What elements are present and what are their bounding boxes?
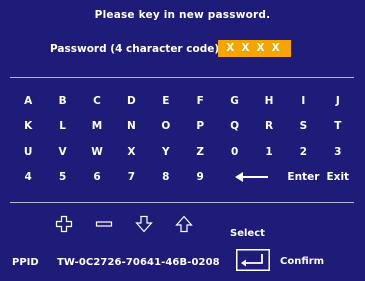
- key-p[interactable]: P: [183, 114, 217, 140]
- key-d[interactable]: D: [114, 88, 148, 114]
- key-s[interactable]: S: [286, 114, 320, 140]
- key-m[interactable]: M: [80, 114, 114, 140]
- password-label: Password (4 character code):: [50, 43, 224, 55]
- ppid-value: TW-0C2726-70641-46B-0208: [57, 257, 220, 268]
- key-w[interactable]: W: [80, 139, 114, 165]
- key-q[interactable]: Q: [217, 114, 251, 140]
- key-r[interactable]: R: [252, 114, 286, 140]
- key-5[interactable]: 5: [45, 165, 79, 191]
- key-8[interactable]: 8: [149, 165, 183, 191]
- key-b[interactable]: B: [45, 88, 79, 114]
- key-y[interactable]: Y: [149, 139, 183, 165]
- key-6[interactable]: 6: [80, 165, 114, 191]
- left-arrow-icon: [234, 172, 268, 183]
- ppid-label: PPID: [12, 257, 39, 268]
- key-z[interactable]: Z: [183, 139, 217, 165]
- key-1[interactable]: 1: [252, 139, 286, 165]
- key-g[interactable]: G: [217, 88, 251, 114]
- password-field[interactable]: XXXX: [218, 40, 291, 57]
- confirm-label: Confirm: [280, 256, 325, 267]
- plus-icon: [55, 215, 73, 233]
- key-j[interactable]: J: [321, 88, 355, 114]
- key-e[interactable]: E: [149, 88, 183, 114]
- key-n[interactable]: N: [114, 114, 148, 140]
- enter-key-icon[interactable]: [236, 249, 270, 271]
- key-9[interactable]: 9: [183, 165, 217, 191]
- exit-key[interactable]: Exit: [321, 165, 355, 191]
- key-l[interactable]: L: [45, 114, 79, 140]
- key-a[interactable]: A: [11, 88, 45, 114]
- key-f[interactable]: F: [183, 88, 217, 114]
- key-v[interactable]: V: [45, 139, 79, 165]
- key-2[interactable]: 2: [286, 139, 320, 165]
- key-x[interactable]: X: [114, 139, 148, 165]
- key-i[interactable]: I: [286, 88, 320, 114]
- key-3[interactable]: 3: [321, 139, 355, 165]
- dialog-title: Please key in new password.: [94, 9, 271, 21]
- key-t[interactable]: T: [321, 114, 355, 140]
- down-arrow-icon: [135, 215, 153, 233]
- divider-bottom: [10, 202, 354, 203]
- key-4[interactable]: 4: [11, 165, 45, 191]
- key-c[interactable]: C: [80, 88, 114, 114]
- divider-top: [10, 77, 354, 78]
- key-o[interactable]: O: [149, 114, 183, 140]
- minus-icon: [95, 221, 113, 227]
- up-arrow-icon: [175, 215, 193, 233]
- key-0[interactable]: 0: [217, 139, 251, 165]
- select-label: Select: [230, 228, 265, 239]
- character-keyboard: A B C D E F G H I J K L M N O P Q R S T …: [11, 88, 355, 190]
- key-k[interactable]: K: [11, 114, 45, 140]
- backspace-key[interactable]: [217, 165, 286, 191]
- key-7[interactable]: 7: [114, 165, 148, 191]
- enter-key[interactable]: Enter: [286, 165, 320, 191]
- osd-password-screen: Please key in new password. Password (4 …: [0, 0, 365, 281]
- key-h[interactable]: H: [252, 88, 286, 114]
- key-u[interactable]: U: [11, 139, 45, 165]
